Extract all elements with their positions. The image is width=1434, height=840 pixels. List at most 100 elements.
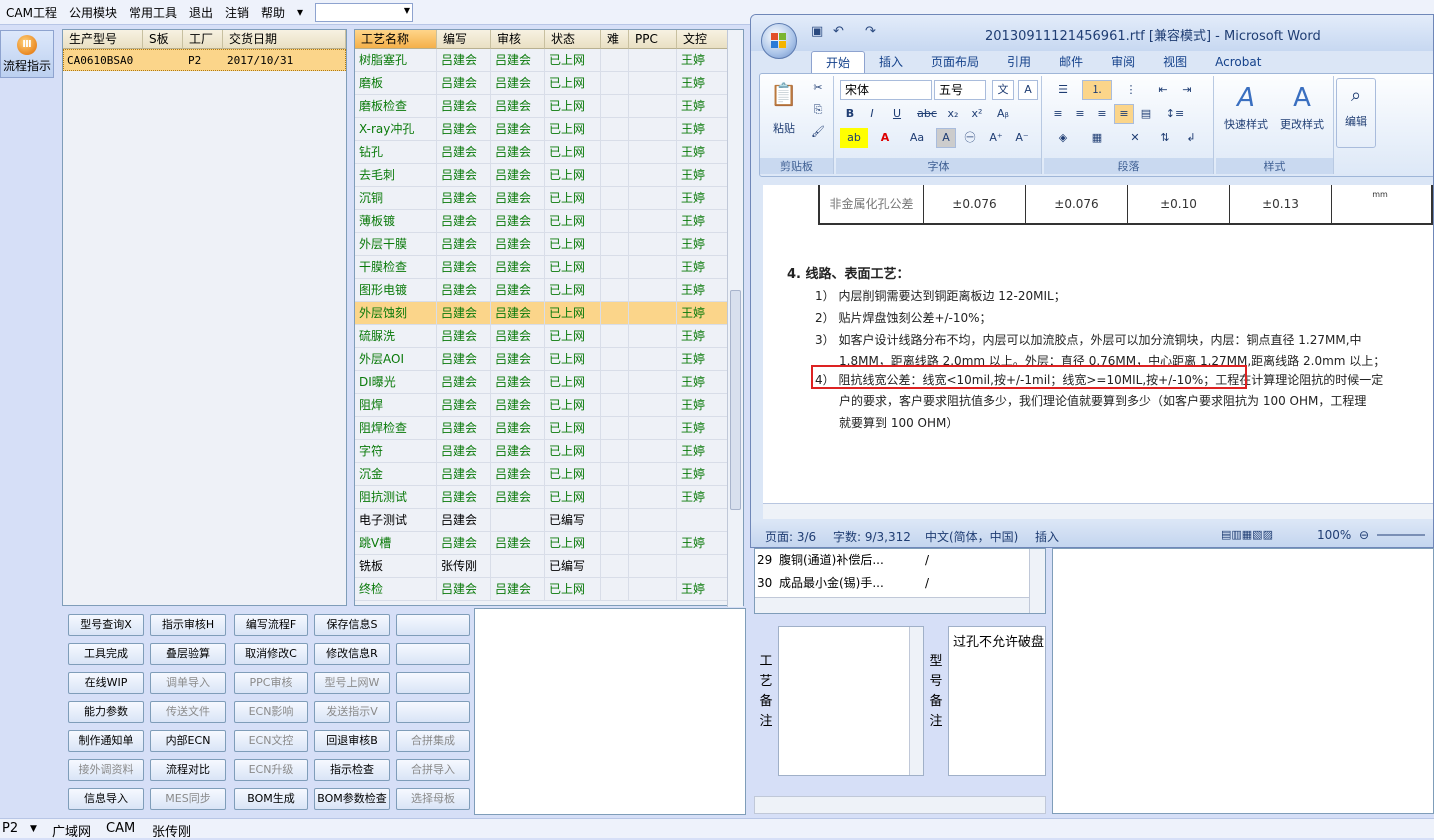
table-row[interactable]: 字符 吕建会 吕建会 已上网 王婷 — [355, 440, 743, 463]
word-h-scrollbar[interactable] — [763, 503, 1433, 519]
document-area[interactable]: 非金属化孔公差 ±0.076 ±0.076 ±0.10 ±0.13 mm 4. … — [763, 185, 1433, 503]
table-row[interactable]: 硫脲洗 吕建会 吕建会 已上网 王婷 — [355, 325, 743, 348]
chinese-layout-icon[interactable]: ✕ — [1120, 128, 1150, 148]
process-scrollbar[interactable] — [727, 30, 743, 607]
subscript-icon[interactable]: x₂ — [942, 104, 964, 124]
phonetic-icon[interactable]: 文 — [992, 80, 1014, 100]
action-button[interactable]: ECN影响 — [234, 701, 308, 723]
action-button[interactable] — [396, 701, 470, 723]
col-delivery-date[interactable]: 交货日期 — [223, 30, 346, 49]
table-row[interactable]: 沉铜 吕建会 吕建会 已上网 王婷 — [355, 187, 743, 210]
justify-icon[interactable]: ≡ — [1114, 104, 1134, 124]
table-row[interactable]: 去毛刺 吕建会 吕建会 已上网 王婷 — [355, 164, 743, 187]
highlight-color-icon[interactable]: ab — [840, 128, 868, 148]
show-marks-icon[interactable]: ↲ — [1180, 128, 1202, 148]
redo-icon[interactable]: ↷ — [865, 24, 876, 39]
ribbon-tab[interactable]: 引用 — [993, 51, 1045, 73]
ribbon-tab[interactable]: 插入 — [865, 51, 917, 73]
menu-cam-project[interactable]: CAM工程 — [0, 4, 63, 21]
model-row[interactable]: CA0610BSA0 P2 2017/10/31 — [63, 49, 346, 71]
notes-scrollbar[interactable] — [909, 627, 923, 775]
table-row[interactable]: 图形电镀 吕建会 吕建会 已上网 王婷 — [355, 279, 743, 302]
action-button[interactable]: PPC审核 — [234, 672, 308, 694]
bullets-icon[interactable]: ☰ — [1048, 80, 1078, 100]
ribbon-tab[interactable]: 开始 — [811, 51, 866, 73]
action-button[interactable]: 在线WIP — [68, 672, 144, 694]
grow-font-icon[interactable]: A⁺ — [984, 128, 1008, 148]
action-button[interactable]: ECN文控 — [234, 730, 308, 752]
borders-icon[interactable]: ▦ — [1082, 128, 1112, 148]
cut-icon[interactable]: ✂ — [808, 78, 828, 98]
char-border-icon[interactable]: A — [1018, 80, 1038, 100]
zoom-out-icon[interactable]: ⊖ — [1359, 528, 1369, 542]
list-v-scrollbar[interactable] — [1029, 549, 1045, 613]
menu-logout[interactable]: 注销 — [219, 4, 255, 21]
list-item[interactable]: 30 成品最小金(锡)手... / — [757, 572, 929, 594]
shading-icon[interactable]: ◈ — [1048, 128, 1078, 148]
multilevel-list-icon[interactable]: ⋮ — [1116, 80, 1146, 100]
factory-selector[interactable]: P2 — [2, 821, 18, 836]
action-button[interactable]: 保存信息S — [314, 614, 390, 636]
model-notes-field[interactable]: 过孔不允许破盘 — [948, 626, 1046, 776]
align-right-icon[interactable]: ≡ — [1092, 104, 1112, 124]
list-h-scrollbar[interactable] — [755, 597, 1029, 613]
table-row[interactable]: DI曝光 吕建会 吕建会 已上网 王婷 — [355, 371, 743, 394]
table-row[interactable]: 树脂塞孔 吕建会 吕建会 已上网 王婷 — [355, 49, 743, 72]
copy-icon[interactable]: ⎘ — [808, 100, 828, 120]
ribbon-tab[interactable]: Acrobat — [1201, 51, 1275, 73]
action-button[interactable]: 传送文件 — [150, 701, 226, 723]
char-shading-icon[interactable]: A — [936, 128, 956, 148]
table-row[interactable]: 磨板 吕建会 吕建会 已上网 王婷 — [355, 72, 743, 95]
underline-icon[interactable]: U — [884, 104, 910, 124]
table-row[interactable]: 阻焊检查 吕建会 吕建会 已上网 王婷 — [355, 417, 743, 440]
view-buttons[interactable]: ▤▥▦▧▨ — [1221, 528, 1273, 541]
menu-common-tools[interactable]: 常用工具 — [123, 4, 183, 21]
ribbon-tab[interactable]: 视图 — [1149, 51, 1201, 73]
action-button[interactable]: MES同步 — [150, 788, 226, 810]
action-button[interactable]: ECN升级 — [234, 759, 308, 781]
clear-format-icon[interactable]: Aᵦ — [992, 104, 1014, 124]
col-author[interactable]: 编写 — [437, 30, 491, 49]
shrink-font-icon[interactable]: A⁻ — [1010, 128, 1034, 148]
action-button[interactable]: 工具完成 — [68, 643, 144, 665]
action-button[interactable] — [396, 672, 470, 694]
action-button[interactable]: 叠层验算 — [150, 643, 226, 665]
toolbar-dropdown[interactable]: ▼ — [315, 2, 414, 22]
list-item[interactable]: 29 腹铜(通道)补偿后... / — [757, 549, 929, 571]
font-size-select[interactable]: 五号 — [934, 80, 986, 100]
editing-button[interactable]: ⌕ 编辑 — [1336, 78, 1376, 148]
col-process-name[interactable]: 工艺名称 — [355, 30, 437, 49]
bold-icon[interactable]: B — [840, 104, 860, 124]
enclose-char-icon[interactable]: ㊀ — [960, 128, 980, 148]
chevron-down-icon[interactable]: ▾ — [291, 5, 309, 19]
paste-button[interactable]: 📋 粘贴 — [766, 80, 802, 140]
action-button[interactable] — [396, 614, 470, 636]
increase-indent-icon[interactable]: ⇥ — [1176, 80, 1198, 100]
menu-exit[interactable]: 退出 — [183, 4, 219, 21]
quick-styles-button[interactable]: A 快速样式 — [1218, 78, 1274, 146]
chevron-down-icon[interactable]: ▼ — [30, 824, 37, 834]
action-button[interactable]: 信息导入 — [68, 788, 144, 810]
format-painter-icon[interactable]: 🖌 — [808, 122, 828, 142]
col-reviewer[interactable]: 审核 — [491, 30, 545, 49]
action-button[interactable]: BOM参数检查 — [314, 788, 390, 810]
menu-public-module[interactable]: 公用模块 — [63, 4, 123, 21]
col-factory[interactable]: 工厂 — [183, 30, 223, 49]
change-styles-button[interactable]: A 更改样式 — [1274, 78, 1330, 146]
align-left-icon[interactable]: ≡ — [1048, 104, 1068, 124]
process-notes-field[interactable] — [778, 626, 924, 776]
table-row[interactable]: 钻孔 吕建会 吕建会 已上网 王婷 — [355, 141, 743, 164]
action-button[interactable]: 编写流程F — [234, 614, 308, 636]
action-button[interactable]: 指示检查 — [314, 759, 390, 781]
table-row[interactable]: 电子测试 吕建会 已编写 — [355, 509, 743, 532]
ribbon-tab[interactable]: 邮件 — [1045, 51, 1097, 73]
notes-h-scrollbar[interactable] — [754, 796, 1046, 814]
flow-indicator-button[interactable]: Ⅲ 流程指示 — [0, 30, 54, 78]
numbering-icon[interactable]: ⒈ — [1082, 80, 1112, 100]
ribbon-tab[interactable]: 页面布局 — [917, 51, 993, 73]
action-button[interactable]: 选择母板 — [396, 788, 470, 810]
decrease-indent-icon[interactable]: ⇤ — [1152, 80, 1174, 100]
action-button[interactable]: 型号查询X — [68, 614, 144, 636]
distribute-icon[interactable]: ▤ — [1136, 104, 1156, 124]
italic-icon[interactable]: I — [862, 104, 882, 124]
